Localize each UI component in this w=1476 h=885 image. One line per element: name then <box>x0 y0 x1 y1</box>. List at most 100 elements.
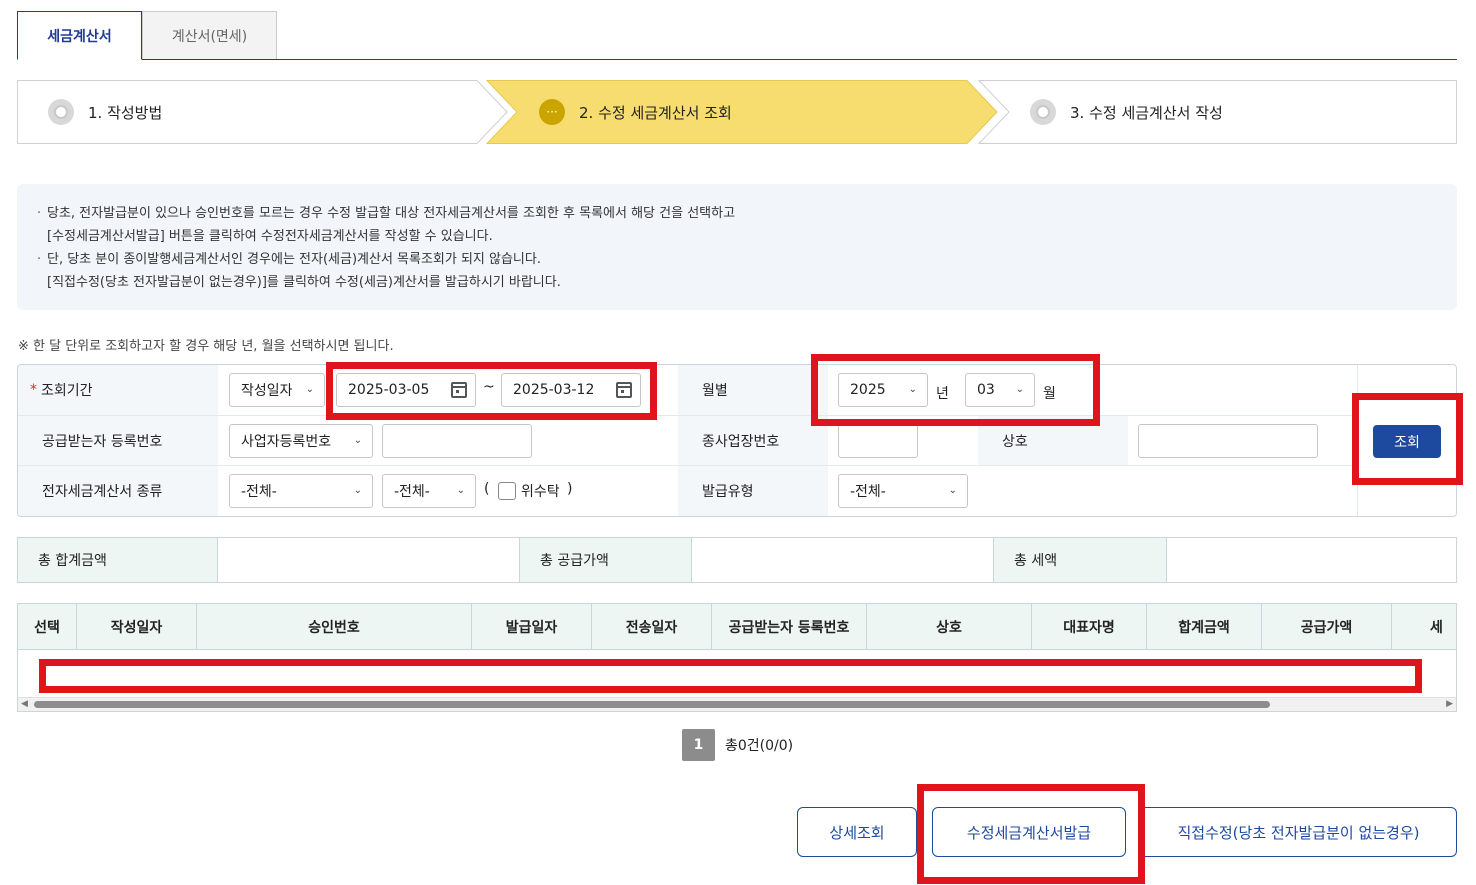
scrollbar-thumb[interactable] <box>34 701 1270 708</box>
notice-line: 당초, 전자발급분이 있으나 승인번호를 모르는 경우 수정 발급할 대상 전자… <box>37 202 1437 225</box>
period-row: * 조회기간 작성일자 ⌄ 2025-03-05 ~ 2025-03-12 월별 … <box>18 365 1357 415</box>
date-separator: ~ <box>483 379 495 395</box>
date-type-select[interactable]: 작성일자 ⌄ <box>229 373 325 407</box>
col-issue-date[interactable]: 발급일자 <box>472 604 592 650</box>
step-pending-icon <box>1030 99 1056 125</box>
branch-label: 종사업장번호 <box>678 416 828 466</box>
date-from-input[interactable]: 2025-03-05 <box>336 373 476 407</box>
scroll-left-icon[interactable]: ◀ <box>21 699 28 709</box>
company-label: 상호 <box>978 416 1128 466</box>
col-tax[interactable]: 세 <box>1392 604 1456 650</box>
col-supply-amount[interactable]: 공급가액 <box>1262 604 1392 650</box>
notice-line: [수정세금계산서발급] 버튼을 클릭하여 수정전자세금계산서를 작성할 수 있습… <box>47 229 493 244</box>
search-button[interactable]: 조회 <box>1373 425 1441 458</box>
year-value: 2025 <box>850 382 886 398</box>
page-button-current[interactable]: 1 <box>682 729 715 761</box>
kind-select-2[interactable]: -전체- ⌄ <box>382 474 476 508</box>
chevron-down-icon: ⌄ <box>456 485 465 496</box>
totals-bar: 총 합계금액 총 공급가액 총 세액 <box>17 537 1457 583</box>
step-indicator: 1. 작성방법 ··· 2. 수정 세금계산서 조회 3. 수정 세금계산서 작… <box>17 80 1457 144</box>
grid-header: 선택 작성일자 승인번호 발급일자 전송일자 공급받는자 등록번호 상호 대표자… <box>18 604 1456 650</box>
recipient-label: 공급받는자 등록번호 <box>18 416 218 466</box>
chevron-down-icon: ⌄ <box>948 485 957 496</box>
amend-invoice-issue-button[interactable]: 수정세금계산서발급 <box>932 807 1126 857</box>
period-label: * 조회기간 <box>18 365 218 415</box>
total-tax-label: 총 세액 <box>994 538 1167 582</box>
total-supply-value <box>692 538 994 582</box>
col-select[interactable]: 선택 <box>18 604 77 650</box>
tab-bar: 세금계산서 계산서(면세) <box>17 11 1457 60</box>
scroll-right-icon[interactable]: ▶ <box>1446 699 1453 709</box>
month-value: 03 <box>977 382 995 398</box>
consign-label: 위수탁 <box>521 484 560 500</box>
date-to-value: 2025-03-12 <box>513 382 595 398</box>
step-1: 1. 작성방법 <box>48 80 162 144</box>
chevron-down-icon: ⌄ <box>305 384 314 395</box>
col-write-date[interactable]: 작성일자 <box>77 604 197 650</box>
col-company[interactable]: 상호 <box>867 604 1032 650</box>
recipient-type-select[interactable]: 사업자등록번호 ⌄ <box>229 424 373 458</box>
search-form: * 조회기간 작성일자 ⌄ 2025-03-05 ~ 2025-03-12 월별 … <box>17 364 1457 517</box>
consign-close-paren: ) <box>567 481 573 497</box>
kind1-value: -전체- <box>241 484 277 500</box>
kind-label: 전자세금계산서 종류 <box>18 466 218 516</box>
step-2: ··· 2. 수정 세금계산서 조회 <box>539 80 732 144</box>
date-from-value: 2025-03-05 <box>348 382 430 398</box>
direct-amend-button[interactable]: 직접수정(당초 전자발급분이 없는경우) <box>1140 807 1457 857</box>
detail-view-button[interactable]: 상세조회 <box>797 807 917 857</box>
monthly-label: 월별 <box>678 365 828 415</box>
col-approval-number[interactable]: 승인번호 <box>197 604 472 650</box>
kind-select-1[interactable]: -전체- ⌄ <box>229 474 373 508</box>
date-type-value: 작성일자 <box>241 383 293 399</box>
chevron-down-icon: ⌄ <box>353 485 362 496</box>
kind-row: 전자세금계산서 종류 -전체- ⌄ -전체- ⌄ ( 위수탁 ) 발급유형 -전체-… <box>18 465 1357 516</box>
col-ceo-name[interactable]: 대표자명 <box>1032 604 1147 650</box>
recipient-number-input[interactable] <box>382 424 532 458</box>
monthly-hint: ※ 한 달 단위로 조회하고자 할 경우 해당 년, 월을 선택하시면 됩니다. <box>18 339 394 354</box>
total-tax-value <box>1167 538 1456 582</box>
step-3: 3. 수정 세금계산서 작성 <box>1030 80 1223 144</box>
page-count-info: 총0건(0/0) <box>725 738 794 754</box>
step-3-label: 3. 수정 세금계산서 작성 <box>1070 103 1223 122</box>
period-label-text: 조회기간 <box>41 383 93 399</box>
tab-invoice-exempt[interactable]: 계산서(면세) <box>142 11 277 59</box>
chevron-down-icon: ⌄ <box>353 435 362 446</box>
recipient-type-value: 사업자등록번호 <box>241 434 332 450</box>
required-mark: * <box>30 382 37 398</box>
date-to-input[interactable]: 2025-03-12 <box>501 373 641 407</box>
total-sum-label: 총 합계금액 <box>18 538 218 582</box>
col-recipient-number[interactable]: 공급받는자 등록번호 <box>712 604 867 650</box>
issue-type-select[interactable]: -전체- ⌄ <box>838 474 968 508</box>
notice-line: [직접수정(당초 전자발급분이 없는경우)]를 클릭하여 수정(세금)계산서를 … <box>47 275 561 290</box>
step-1-label: 1. 작성방법 <box>88 103 163 122</box>
month-unit: 월 <box>1043 386 1056 402</box>
total-sum-value <box>218 538 520 582</box>
step-done-icon <box>48 99 74 125</box>
col-total-amount[interactable]: 합계금액 <box>1147 604 1262 650</box>
step-arrows <box>17 80 1457 144</box>
month-select[interactable]: 03 ⌄ <box>965 373 1035 407</box>
year-unit: 년 <box>936 386 949 402</box>
chevron-down-icon: ⌄ <box>908 384 917 395</box>
consign-checkbox[interactable] <box>498 482 516 500</box>
calendar-icon[interactable] <box>451 382 467 398</box>
total-supply-label: 총 공급가액 <box>520 538 692 582</box>
invoice-grid: 선택 작성일자 승인번호 발급일자 전송일자 공급받는자 등록번호 상호 대표자… <box>17 603 1457 712</box>
issue-type-label: 발급유형 <box>678 466 828 516</box>
col-send-date[interactable]: 전송일자 <box>592 604 712 650</box>
issue-type-value: -전체- <box>850 484 886 500</box>
year-select[interactable]: 2025 ⌄ <box>838 373 928 407</box>
notice-box: 당초, 전자발급분이 있으나 승인번호를 모르는 경우 수정 발급할 대상 전자… <box>17 184 1457 310</box>
notice-line: 단, 당초 분이 종이발행세금계산서인 경우에는 전자(세금)계산서 목록조회가… <box>37 248 1437 271</box>
chevron-down-icon: ⌄ <box>1015 384 1024 395</box>
horizontal-scrollbar[interactable]: ◀ ▶ <box>18 697 1456 711</box>
step-2-label: 2. 수정 세금계산서 조회 <box>579 103 732 122</box>
tab-tax-invoice[interactable]: 세금계산서 <box>17 11 142 60</box>
company-name-input[interactable] <box>1138 424 1318 458</box>
consign-open-paren: ( <box>484 481 490 497</box>
kind2-value: -전체- <box>394 484 430 500</box>
calendar-icon[interactable] <box>616 382 632 398</box>
step-in-progress-icon: ··· <box>539 99 565 125</box>
branch-number-input[interactable] <box>838 424 918 458</box>
recipient-row: 공급받는자 등록번호 사업자등록번호 ⌄ 종사업장번호 상호 <box>18 415 1357 466</box>
